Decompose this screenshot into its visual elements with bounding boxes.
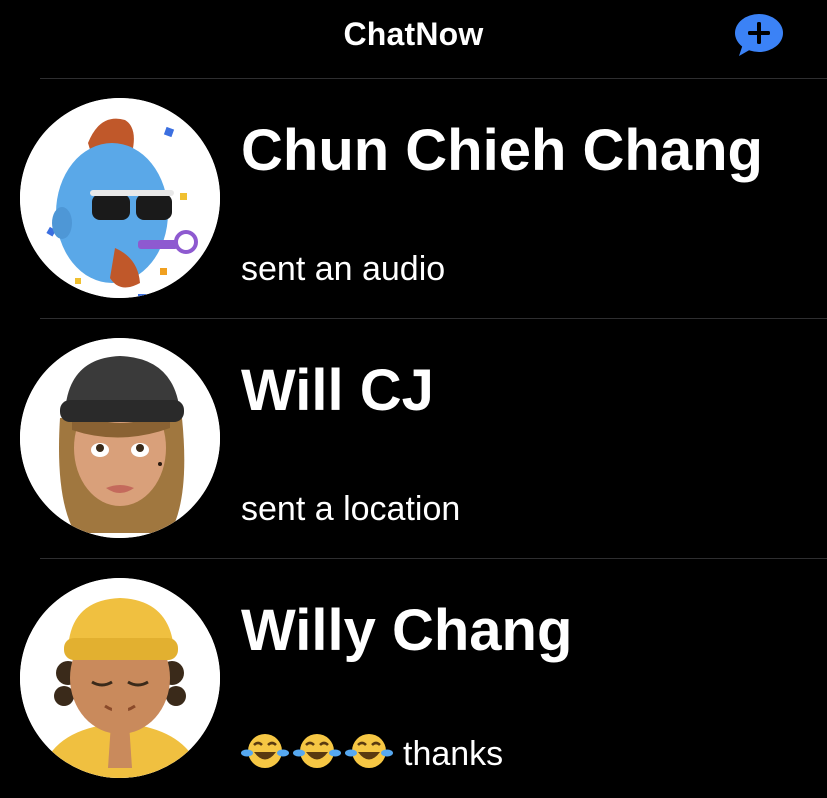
- new-chat-button[interactable]: [733, 12, 785, 58]
- avatar: [20, 98, 220, 298]
- chat-row-willy-chang[interactable]: Willy Chang thanks: [0, 558, 827, 798]
- app-header: ChatNow: [0, 0, 827, 78]
- avatar: [20, 578, 220, 778]
- message-preview-row: thanks: [241, 731, 503, 773]
- plus-speech-bubble-icon: [735, 14, 783, 56]
- laughing-tears-emoji-icon: [345, 734, 393, 768]
- memoji-praying-icon: [20, 578, 220, 778]
- message-preview: sent an audio: [241, 250, 446, 288]
- avatar: [20, 338, 220, 538]
- message-preview: sent a location: [241, 490, 461, 528]
- contact-name: Chun Chieh Chang: [241, 118, 763, 183]
- message-preview: thanks: [403, 735, 504, 773]
- emoji-run: [241, 731, 393, 771]
- memoji-party-icon: [20, 98, 220, 298]
- contact-name: Willy Chang: [241, 598, 573, 663]
- memoji-beanie-icon: [20, 338, 220, 538]
- contact-name: Will CJ: [241, 358, 434, 423]
- app-title: ChatNow: [343, 16, 484, 52]
- chat-row-chun-chieh-chang[interactable]: Chun Chieh Chang sent an audio: [0, 78, 827, 318]
- laughing-tears-emoji-icon: [241, 734, 289, 768]
- chat-row-will-cj[interactable]: Will CJ sent a location: [0, 318, 827, 558]
- laughing-tears-emoji-icon: [293, 734, 341, 768]
